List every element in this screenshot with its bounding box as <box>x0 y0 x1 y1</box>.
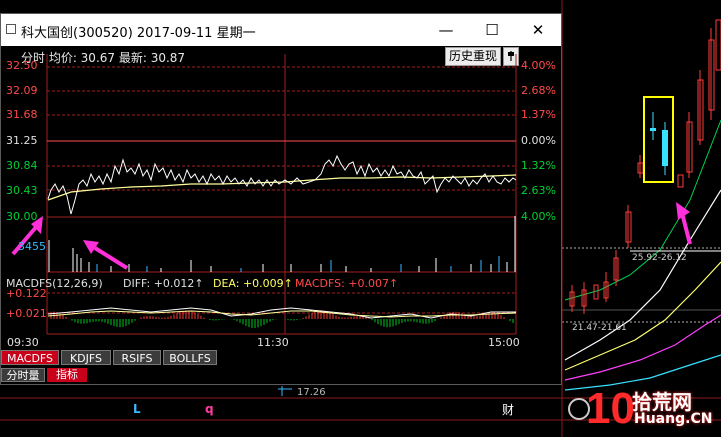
tab-rsifs[interactable]: RSIFS <box>113 350 161 365</box>
price-tick-left: 31.25 <box>6 134 38 147</box>
tab-bollfs[interactable]: BOLLFS <box>163 350 217 365</box>
tab-volume[interactable]: 分时量 <box>1 368 45 382</box>
time-tick: 11:30 <box>257 336 289 349</box>
intraday-window: 科大国创(300520) 2017-09-11 星期一 — ☐ ✕ 分时 均价:… <box>0 13 562 385</box>
bg-range-label-a: 25.92-26.12 <box>632 253 687 263</box>
intraday-chart <box>11 54 517 335</box>
pct-tick-right: 2.63% <box>521 184 556 197</box>
bg-range-label-b: 21.47-21.61 <box>572 323 627 333</box>
pct-tick-right: 4.00% <box>521 210 556 223</box>
price-tick-left: 32.50 <box>6 59 38 72</box>
pct-tick-right: 0.00% <box>521 134 556 147</box>
tab-indicator[interactable]: 指标 <box>47 368 87 382</box>
price-tick-left: 30.00 <box>6 210 38 223</box>
pct-tick-right: 2.68% <box>521 84 556 97</box>
pct-tick-right: 1.37% <box>521 108 556 121</box>
bg-price-label: 17.26 <box>297 387 326 398</box>
watermark-url: Huang.CN <box>634 411 713 427</box>
time-tick: 09:30 <box>7 336 39 349</box>
tab-macdfs[interactable]: MACDFS <box>1 350 59 365</box>
pct-tick-right: 1.32% <box>521 159 556 172</box>
price-tick-left: 30.43 <box>6 184 38 197</box>
bg-label-l: L <box>133 402 141 416</box>
macd-diff: DIFF: +0.012↑ <box>123 277 204 290</box>
macd-dea: DEA: +0.009↑ <box>213 277 293 290</box>
price-tick-left: 30.84 <box>6 159 38 172</box>
tab-kdjfs[interactable]: KDJFS <box>61 350 111 365</box>
volume-max-label: 3455 <box>18 240 46 253</box>
bg-label-q: q <box>205 402 214 416</box>
time-tick: 15:00 <box>488 336 520 349</box>
pct-tick-right: 4.00% <box>521 59 556 72</box>
macd-axis-top: +0.122 <box>6 287 47 300</box>
macd-axis-mid: +0.021 <box>6 307 47 320</box>
price-tick-left: 31.68 <box>6 108 38 121</box>
price-tick-left: 32.09 <box>6 84 38 97</box>
bg-label-cai: 财 <box>502 403 515 417</box>
macd-macdfs: MACDFS: +0.007↑ <box>295 277 399 290</box>
watermark-number: 10 <box>586 384 635 433</box>
